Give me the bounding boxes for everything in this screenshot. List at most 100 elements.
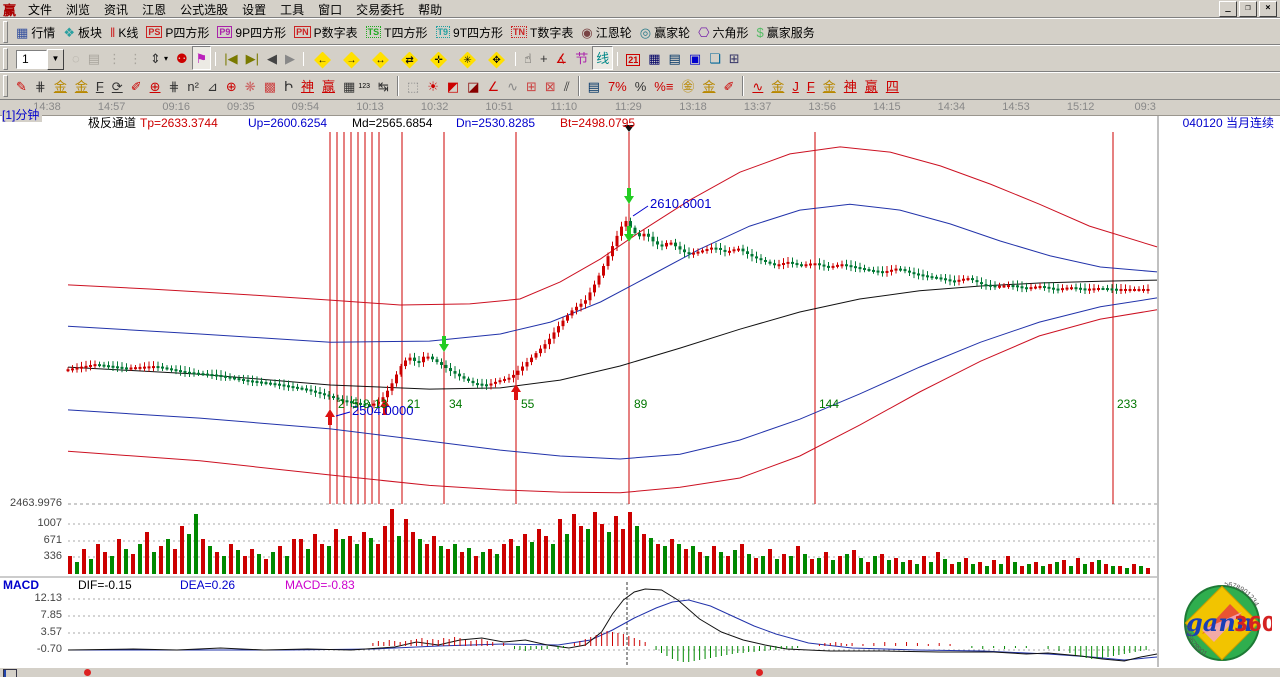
- minimize-button[interactable]: _: [1219, 1, 1237, 17]
- nav-both-button[interactable]: ↔: [366, 48, 395, 72]
- star-grid-button[interactable]: ❋: [241, 74, 260, 98]
- shen-tool-button[interactable]: 神: [297, 74, 318, 98]
- gold-line-button[interactable]: 金: [698, 74, 719, 98]
- chevron-down-icon[interactable]: ▾: [164, 54, 168, 63]
- calendar-button[interactable]: 21: [622, 48, 644, 72]
- 9p-square-button[interactable]: P99P四方形: [213, 20, 290, 44]
- festival-button[interactable]: 节: [571, 46, 592, 70]
- fan-box-dark-button[interactable]: ◪: [463, 74, 483, 98]
- calculator-button[interactable]: ▦: [644, 46, 664, 70]
- gold-grid-2-button[interactable]: 金: [71, 74, 92, 98]
- restore-button[interactable]: ❐: [1239, 1, 1257, 17]
- toolbar-grip[interactable]: [3, 48, 8, 70]
- red-grid-button[interactable]: ▩: [260, 74, 280, 98]
- winner-wheel-button[interactable]: ◎赢家轮: [636, 20, 694, 44]
- menu-文件[interactable]: 文件: [21, 2, 59, 18]
- triangle-button[interactable]: ⊿: [203, 74, 222, 98]
- hand-tool-button[interactable]: ☝: [520, 46, 536, 70]
- toolbar-grip[interactable]: [3, 75, 8, 97]
- quotes-button[interactable]: ▦行情: [12, 20, 59, 44]
- f-angle-button[interactable]: F: [803, 74, 819, 98]
- crosshair-tool-button[interactable]: +: [536, 46, 552, 70]
- fan-rays-button[interactable]: ☀: [423, 74, 443, 98]
- angle-lines-button[interactable]: ∠: [483, 74, 503, 98]
- fan-box-button[interactable]: ◩: [443, 74, 463, 98]
- nav-left-button[interactable]: ←: [308, 48, 337, 72]
- target-button[interactable]: ⊕: [222, 74, 241, 98]
- n2-button[interactable]: n²: [183, 74, 203, 98]
- nav-center-button[interactable]: ✥: [482, 48, 511, 72]
- menu-浏览[interactable]: 浏览: [59, 2, 97, 18]
- sectors-button[interactable]: ❖板块: [59, 20, 106, 44]
- ruler2-button[interactable]: ⋕: [165, 74, 184, 98]
- menu-资讯[interactable]: 资讯: [97, 2, 135, 18]
- menu-帮助[interactable]: 帮助: [411, 2, 449, 18]
- nav-right-button[interactable]: →: [337, 48, 366, 72]
- flag-button[interactable]: ⚑: [192, 46, 212, 70]
- stats-button[interactable]: ▤: [584, 74, 604, 98]
- info-button[interactable]: ▤: [84, 46, 104, 70]
- menu-设置[interactable]: 设置: [235, 2, 273, 18]
- close-button[interactable]: ×: [1259, 1, 1277, 17]
- wave-angle-button[interactable]: ∿: [748, 74, 767, 98]
- pct-button[interactable]: %: [631, 74, 651, 98]
- chart9-button[interactable]: ⋮: [125, 46, 146, 70]
- ruler-button[interactable]: ⋕: [31, 74, 50, 98]
- ying-angle-button[interactable]: 赢: [861, 74, 882, 98]
- status-alert-icon[interactable]: [84, 669, 91, 676]
- chevron-down-icon[interactable]: ▼: [47, 49, 64, 70]
- angle-tool-button[interactable]: ∡: [552, 46, 572, 70]
- gann-grid-button[interactable]: ⊞: [522, 74, 541, 98]
- menu-江恩[interactable]: 江恩: [135, 2, 173, 18]
- save-button[interactable]: ▣: [685, 46, 705, 70]
- candle-style-button[interactable]: ⇕▾: [146, 46, 172, 70]
- notes-button[interactable]: ▤: [665, 46, 685, 70]
- pencil-button[interactable]: ✎: [12, 74, 31, 98]
- step-fwd-button[interactable]: ▶: [281, 46, 299, 70]
- nav-cross-button[interactable]: ✛: [424, 48, 453, 72]
- status-alert-icon[interactable]: [756, 669, 763, 676]
- gold-grid-1-button[interactable]: 金: [50, 74, 71, 98]
- t-square-button[interactable]: TST四方形: [362, 20, 432, 44]
- order-button[interactable]: ⊞: [725, 46, 744, 70]
- circle-grid-button[interactable]: ⊕: [146, 74, 165, 98]
- kline-button[interactable]: ‖K线: [106, 20, 142, 44]
- nav-swap-button[interactable]: ⇄: [395, 48, 424, 72]
- zigzag-button[interactable]: ∿: [503, 74, 522, 98]
- spiral-button[interactable]: ⟳: [108, 74, 127, 98]
- ying-tool-button[interactable]: 赢: [318, 74, 339, 98]
- status-chart-icon[interactable]: [3, 669, 17, 677]
- pattern-button[interactable]: ⚉: [172, 46, 192, 70]
- gann-wheel-button[interactable]: ◉江恩轮: [577, 20, 635, 44]
- pct7-button[interactable]: 7%: [604, 74, 631, 98]
- period-combo-value[interactable]: 1: [16, 50, 47, 69]
- box-tool-button[interactable]: ⬚: [403, 74, 423, 98]
- menu-公式选股[interactable]: 公式选股: [173, 2, 235, 18]
- overlay-button[interactable]: ◌: [68, 46, 84, 70]
- grid-123-button[interactable]: ▦123: [339, 74, 374, 98]
- winner-service-button[interactable]: $赢家服务: [752, 20, 818, 44]
- step-back-button[interactable]: ◀: [263, 46, 281, 70]
- f-grid-button[interactable]: F: [92, 74, 108, 98]
- shen-angle-button[interactable]: 神: [840, 74, 861, 98]
- chart3-button[interactable]: ⋮: [104, 46, 125, 70]
- gold-circle-button[interactable]: ㊎: [677, 74, 698, 98]
- k-mark-button[interactable]: Ի: [280, 74, 297, 98]
- menu-窗口[interactable]: 窗口: [311, 2, 349, 18]
- hexagon-button[interactable]: ⎔六角形: [694, 20, 752, 44]
- p-square-button[interactable]: PSP四方形: [142, 20, 213, 44]
- pen-grid-button[interactable]: ✐: [127, 74, 146, 98]
- parallel-button[interactable]: ⫽: [560, 74, 574, 98]
- span-tool-button[interactable]: ↹: [374, 74, 393, 98]
- goto-start-button[interactable]: |◀: [220, 46, 241, 70]
- gold-angle2-button[interactable]: 金: [819, 74, 840, 98]
- pen2-button[interactable]: ✐: [719, 74, 738, 98]
- 9t-square-button[interactable]: T99T四方形: [432, 20, 508, 44]
- goto-end-button[interactable]: ▶|: [242, 46, 263, 70]
- copy-button[interactable]: ❏: [705, 46, 725, 70]
- menu-工具[interactable]: 工具: [273, 2, 311, 18]
- p-table-button[interactable]: PNP数字表: [290, 20, 362, 44]
- t-table-button[interactable]: TNT数字表: [507, 20, 577, 44]
- lines-tool-button[interactable]: 线: [592, 46, 613, 70]
- gold-angle-button[interactable]: 金: [767, 74, 788, 98]
